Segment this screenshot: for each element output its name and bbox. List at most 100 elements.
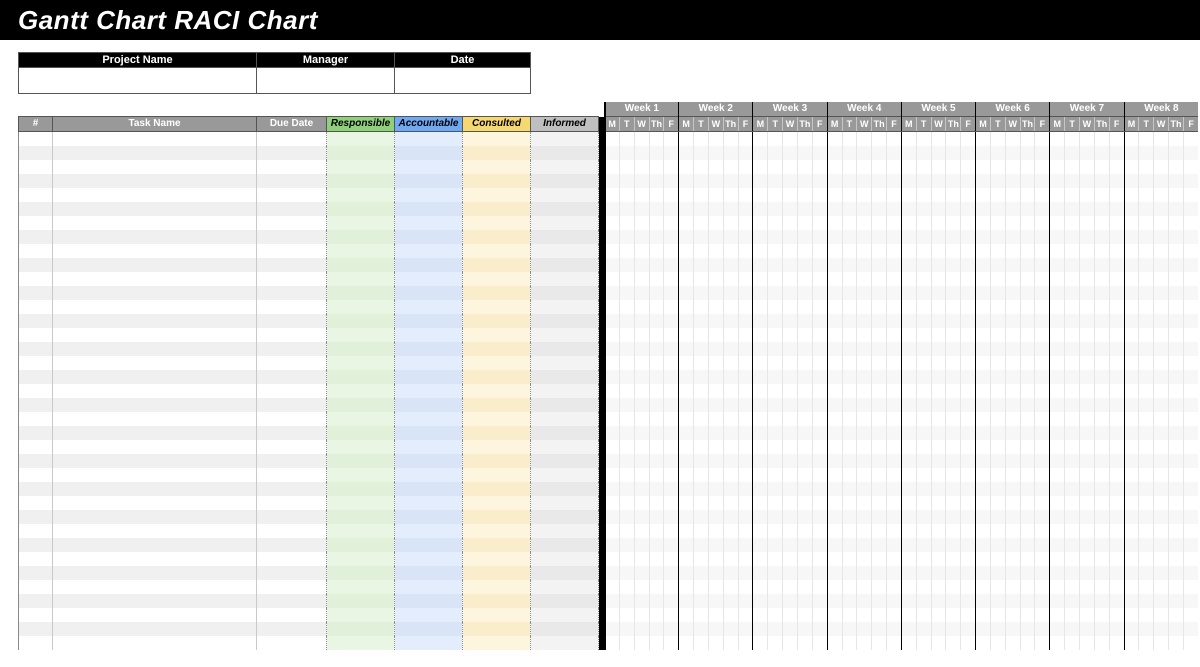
- gantt-cell[interactable]: [708, 510, 723, 524]
- gantt-cell[interactable]: [783, 580, 798, 594]
- gantt-cell[interactable]: [827, 160, 842, 174]
- gantt-cell[interactable]: [1035, 272, 1050, 286]
- gantt-cell[interactable]: [827, 202, 842, 216]
- gantt-cell[interactable]: [1020, 258, 1035, 272]
- gantt-cell[interactable]: [1124, 188, 1139, 202]
- gantt-cell[interactable]: [679, 272, 694, 286]
- gantt-cell[interactable]: [797, 146, 812, 160]
- gantt-cell[interactable]: [1169, 258, 1184, 272]
- cell-due[interactable]: [257, 314, 327, 328]
- gantt-cell[interactable]: [738, 468, 753, 482]
- gantt-cell[interactable]: [634, 328, 649, 342]
- gantt-cell[interactable]: [1154, 146, 1169, 160]
- gantt-cell[interactable]: [1065, 398, 1080, 412]
- gantt-cell[interactable]: [857, 636, 872, 650]
- gantt-cell[interactable]: [664, 202, 679, 216]
- gantt-cell[interactable]: [931, 258, 946, 272]
- gantt-cell[interactable]: [783, 426, 798, 440]
- gantt-cell[interactable]: [1139, 622, 1154, 636]
- gantt-cell[interactable]: [1109, 300, 1124, 314]
- cell-consulted[interactable]: [463, 608, 531, 622]
- gantt-cell[interactable]: [1005, 552, 1020, 566]
- gantt-cell[interactable]: [842, 566, 857, 580]
- cell-num[interactable]: [19, 188, 53, 202]
- gantt-cell[interactable]: [1109, 384, 1124, 398]
- gantt-cell[interactable]: [649, 510, 664, 524]
- gantt-cell[interactable]: [1050, 202, 1065, 216]
- gantt-cell[interactable]: [990, 552, 1005, 566]
- gantt-cell[interactable]: [901, 552, 916, 566]
- gantt-cell[interactable]: [1035, 496, 1050, 510]
- cell-consulted[interactable]: [463, 314, 531, 328]
- gantt-cell[interactable]: [1139, 342, 1154, 356]
- gantt-cell[interactable]: [1183, 552, 1198, 566]
- gantt-cell[interactable]: [1124, 510, 1139, 524]
- gantt-cell[interactable]: [783, 496, 798, 510]
- gantt-cell[interactable]: [1124, 384, 1139, 398]
- gantt-cell[interactable]: [857, 622, 872, 636]
- gantt-cell[interactable]: [827, 342, 842, 356]
- gantt-cell[interactable]: [976, 300, 991, 314]
- cell-consulted[interactable]: [463, 552, 531, 566]
- gantt-cell[interactable]: [619, 524, 634, 538]
- cell-consulted[interactable]: [463, 636, 531, 650]
- gantt-cell[interactable]: [619, 300, 634, 314]
- gantt-cell[interactable]: [887, 146, 902, 160]
- gantt-cell[interactable]: [634, 454, 649, 468]
- gantt-cell[interactable]: [783, 314, 798, 328]
- cell-due[interactable]: [257, 146, 327, 160]
- gantt-cell[interactable]: [1183, 314, 1198, 328]
- cell-due[interactable]: [257, 440, 327, 454]
- gantt-cell[interactable]: [857, 552, 872, 566]
- gantt-cell[interactable]: [738, 622, 753, 636]
- cell-task[interactable]: [53, 258, 257, 272]
- cell-informed[interactable]: [531, 244, 599, 258]
- gantt-cell[interactable]: [931, 356, 946, 370]
- gantt-cell[interactable]: [1080, 244, 1095, 258]
- gantt-cell[interactable]: [812, 510, 827, 524]
- gantt-cell[interactable]: [1050, 496, 1065, 510]
- gantt-cell[interactable]: [1139, 328, 1154, 342]
- gantt-cell[interactable]: [812, 216, 827, 230]
- gantt-cell[interactable]: [1154, 468, 1169, 482]
- gantt-cell[interactable]: [1080, 552, 1095, 566]
- gantt-cell[interactable]: [990, 314, 1005, 328]
- gantt-cell[interactable]: [1080, 188, 1095, 202]
- gantt-cell[interactable]: [797, 412, 812, 426]
- gantt-cell[interactable]: [1169, 160, 1184, 174]
- cell-informed[interactable]: [531, 272, 599, 286]
- gantt-cell[interactable]: [708, 132, 723, 146]
- gantt-cell[interactable]: [827, 440, 842, 454]
- gantt-cell[interactable]: [976, 146, 991, 160]
- gantt-cell[interactable]: [1050, 216, 1065, 230]
- gantt-cell[interactable]: [723, 356, 738, 370]
- gantt-cell[interactable]: [990, 272, 1005, 286]
- gantt-cell[interactable]: [1124, 370, 1139, 384]
- gantt-cell[interactable]: [961, 160, 976, 174]
- gantt-cell[interactable]: [931, 328, 946, 342]
- gantt-cell[interactable]: [634, 608, 649, 622]
- gantt-cell[interactable]: [976, 244, 991, 258]
- gantt-cell[interactable]: [901, 622, 916, 636]
- cell-task[interactable]: [53, 314, 257, 328]
- gantt-cell[interactable]: [738, 580, 753, 594]
- cell-task[interactable]: [53, 622, 257, 636]
- gantt-cell[interactable]: [1183, 174, 1198, 188]
- gantt-cell[interactable]: [1035, 412, 1050, 426]
- gantt-cell[interactable]: [1139, 384, 1154, 398]
- gantt-cell[interactable]: [1020, 580, 1035, 594]
- gantt-cell[interactable]: [1050, 132, 1065, 146]
- gantt-cell[interactable]: [797, 636, 812, 650]
- gantt-cell[interactable]: [1169, 286, 1184, 300]
- gantt-cell[interactable]: [1124, 230, 1139, 244]
- gantt-cell[interactable]: [1080, 412, 1095, 426]
- gantt-cell[interactable]: [976, 608, 991, 622]
- gantt-cell[interactable]: [1005, 314, 1020, 328]
- gantt-cell[interactable]: [753, 538, 768, 552]
- gantt-cell[interactable]: [887, 384, 902, 398]
- gantt-cell[interactable]: [812, 454, 827, 468]
- cell-num[interactable]: [19, 566, 53, 580]
- gantt-cell[interactable]: [723, 496, 738, 510]
- gantt-cell[interactable]: [990, 482, 1005, 496]
- gantt-cell[interactable]: [605, 132, 620, 146]
